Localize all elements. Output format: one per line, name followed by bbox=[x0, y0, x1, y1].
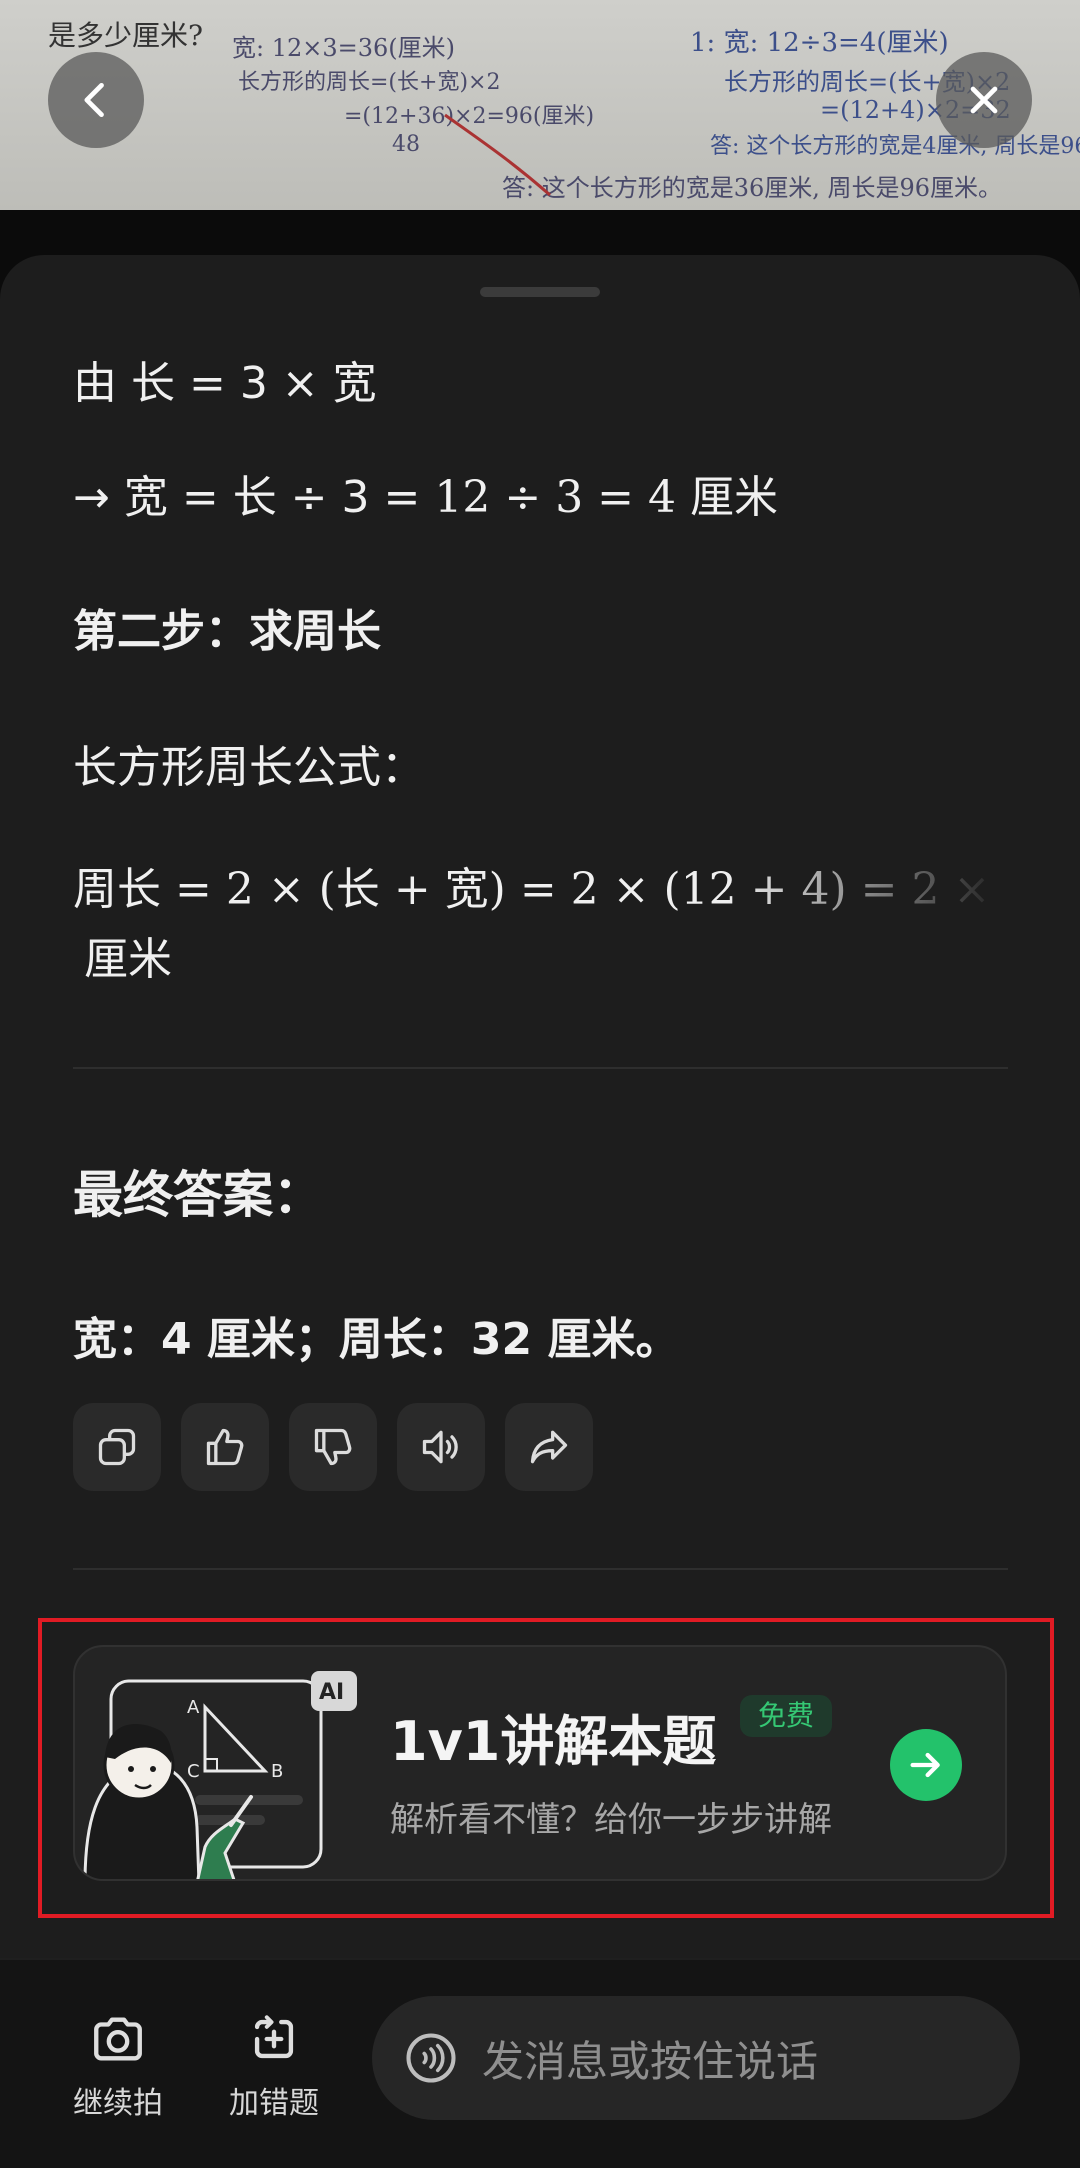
voice-wave-icon bbox=[406, 2033, 456, 2083]
copy-button[interactable] bbox=[73, 1403, 161, 1491]
photo-text: 答: 这个长方形的宽是4厘米, 周长是96厘米。 bbox=[710, 134, 1080, 159]
add-wrong-question-label: 加错题 bbox=[229, 2086, 319, 2121]
share-button[interactable] bbox=[505, 1403, 593, 1491]
chevron-left-icon bbox=[84, 82, 104, 118]
dislike-button[interactable] bbox=[289, 1403, 377, 1491]
final-answer-heading: 最终答案： bbox=[73, 1166, 323, 1224]
solution-line: → 宽 = 长 ÷ 3 = 12 ÷ 3 = 4 厘米 bbox=[73, 461, 778, 525]
solution-text: → 宽 = 长 ÷ 3 = bbox=[73, 472, 435, 523]
camera-icon bbox=[94, 2017, 142, 2061]
input-placeholder: 发消息或按住说话 bbox=[482, 2036, 819, 2086]
divider bbox=[73, 1568, 1008, 1570]
bottom-bar: 继续拍 加错题 发消息或按住说话 bbox=[0, 1958, 1080, 2168]
photo-pen-mark bbox=[444, 113, 551, 197]
like-button[interactable] bbox=[181, 1403, 269, 1491]
photo-text: 是多少厘米? bbox=[48, 19, 204, 52]
step-heading: 第二步：求周长 bbox=[73, 606, 381, 657]
final-answer: 宽：4 厘米；周长：32 厘米。 bbox=[73, 1314, 680, 1365]
unit-text: 厘米 bbox=[676, 472, 779, 523]
perimeter-formula: 周长 = 2 × (长 + 宽) = 2 × (12 + 4) = 2 × 1 bbox=[73, 853, 1008, 917]
photo-text: 48 bbox=[392, 132, 420, 157]
share-icon bbox=[530, 1430, 568, 1464]
read-aloud-button[interactable] bbox=[397, 1403, 485, 1491]
speaker-icon bbox=[422, 1430, 458, 1464]
message-input[interactable]: 发消息或按住说话 bbox=[372, 1996, 1020, 2120]
question-photo: 是多少厘米? 宽: 12×3=36(厘米) 长方形的周长=(长+宽)×2 =(1… bbox=[0, 0, 1080, 210]
add-wrong-question-button[interactable]: 加错题 bbox=[214, 2010, 334, 2122]
thumbs-down-icon bbox=[314, 1428, 352, 1466]
formula-label: 长方形周长公式： bbox=[73, 742, 425, 793]
unit-text: 厘米 bbox=[84, 934, 172, 985]
math-expression: 周长 = 2 × (长 + 宽) = 2 × (12 + 4) = 2 × 1 bbox=[73, 853, 1008, 917]
photo-text: 1: 宽: 12÷3=4(厘米) bbox=[690, 28, 949, 58]
continue-photo-label: 继续拍 bbox=[73, 2086, 163, 2121]
solution-line: 由 长 = 3 × 宽 bbox=[73, 358, 377, 409]
continue-photo-button[interactable]: 继续拍 bbox=[58, 2010, 178, 2122]
sheet-drag-handle[interactable] bbox=[480, 287, 600, 297]
answer-actions bbox=[73, 1403, 593, 1491]
close-button[interactable] bbox=[936, 52, 1032, 148]
add-collection-icon bbox=[254, 2015, 294, 2059]
thumbs-up-icon bbox=[206, 1428, 244, 1466]
highlight-frame bbox=[38, 1618, 1054, 1918]
back-button[interactable] bbox=[48, 52, 144, 148]
photo-text: 宽: 12×3=36(厘米) bbox=[232, 34, 456, 62]
photo-text: 答: 这个长方形的宽是36厘米, 周长是96厘米。 bbox=[502, 174, 1003, 202]
close-icon bbox=[970, 86, 998, 114]
copy-icon bbox=[98, 1428, 136, 1466]
divider bbox=[73, 1067, 1008, 1069]
math-expression: 12 ÷ 3 = 4 bbox=[434, 472, 677, 523]
photo-text: 长方形的周长=(长+宽)×2 bbox=[238, 70, 501, 95]
